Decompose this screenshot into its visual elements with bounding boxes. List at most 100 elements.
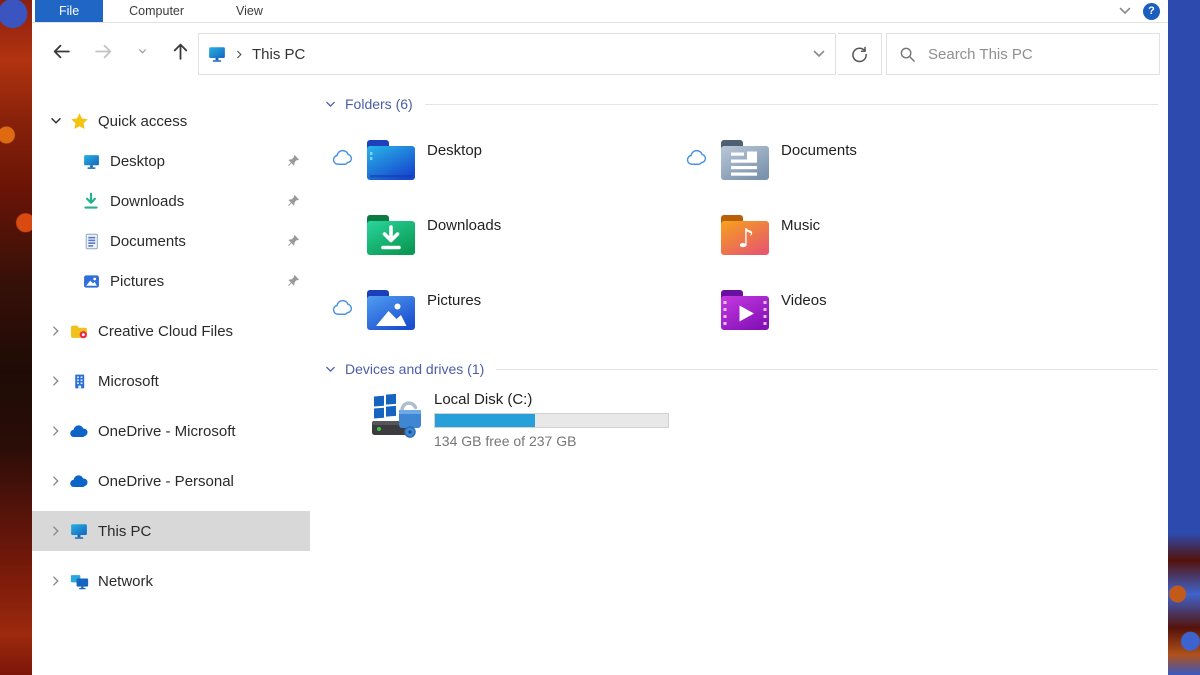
section-collapse-chevron-icon[interactable] bbox=[324, 98, 337, 111]
folder-pictures-icon bbox=[366, 285, 416, 335]
creative-cloud-folder-icon bbox=[68, 322, 90, 340]
building-icon bbox=[68, 372, 90, 390]
drive-usage-fill bbox=[435, 414, 535, 427]
menu-tab-file[interactable]: File bbox=[35, 0, 103, 22]
folder-music-icon: ♪ bbox=[720, 210, 770, 260]
folder-tile-label: Desktop bbox=[427, 142, 482, 159]
local-disk-icon bbox=[366, 391, 428, 447]
drive-usage-bar bbox=[434, 413, 669, 428]
section-rule bbox=[425, 104, 1158, 105]
chevron-down-icon[interactable] bbox=[44, 114, 68, 128]
svg-text:♪: ♪ bbox=[738, 224, 755, 254]
folder-tile-label: Documents bbox=[781, 142, 857, 159]
cloud-status-icon bbox=[318, 135, 366, 167]
file-explorer-window: FileComputerView ? This PC bbox=[32, 0, 1168, 675]
pin-icon bbox=[287, 195, 300, 208]
sidebar-item-this-pc[interactable]: This PC bbox=[32, 511, 310, 551]
onedrive-cloud-icon bbox=[68, 472, 90, 490]
menu-tab-computer[interactable]: Computer bbox=[103, 0, 210, 22]
refresh-button[interactable] bbox=[838, 33, 882, 75]
onedrive-cloud-icon bbox=[68, 422, 90, 440]
sidebar-item-label: OneDrive - Personal bbox=[98, 473, 234, 490]
download-arrow-icon bbox=[80, 192, 102, 210]
cloud-status-empty bbox=[672, 210, 720, 224]
sidebar-item-network[interactable]: Network bbox=[32, 561, 310, 601]
refresh-icon bbox=[851, 46, 868, 63]
sidebar-item-downloads[interactable]: Downloads bbox=[32, 181, 310, 221]
pin-icon bbox=[287, 235, 300, 248]
navigation-toolbar: This PC bbox=[32, 24, 1168, 77]
ribbon-collapse-chevron-icon[interactable] bbox=[1117, 3, 1133, 19]
network-icon bbox=[68, 572, 90, 590]
folder-tile-label: Pictures bbox=[427, 292, 481, 309]
devices-section-header[interactable]: Devices and drives (1) bbox=[310, 359, 1168, 379]
sidebar-item-documents[interactable]: Documents bbox=[32, 221, 310, 261]
cloud-status-empty bbox=[318, 210, 366, 224]
folder-tile-downloads[interactable]: Downloads bbox=[318, 197, 672, 272]
folder-tile-label: Downloads bbox=[427, 217, 501, 234]
forward-button[interactable] bbox=[90, 38, 116, 64]
document-icon bbox=[80, 232, 102, 250]
folders-section-title: Folders (6) bbox=[345, 96, 413, 112]
sidebar-item-onedrive-microsoft[interactable]: OneDrive - Microsoft bbox=[32, 411, 310, 451]
folder-tile-documents[interactable]: Documents bbox=[672, 122, 1026, 197]
cloud-status-icon bbox=[672, 135, 720, 167]
breadcrumb: This PC bbox=[207, 45, 305, 63]
address-bar[interactable]: This PC bbox=[198, 33, 836, 75]
desktop-icon bbox=[80, 152, 102, 170]
up-button[interactable] bbox=[167, 38, 193, 64]
chevron-right-icon[interactable] bbox=[44, 424, 68, 438]
cloud-status-icon bbox=[318, 285, 366, 317]
folder-tile-videos[interactable]: Videos bbox=[672, 272, 1026, 347]
sidebar-item-label: Desktop bbox=[110, 153, 165, 170]
ribbon-menu-bar: FileComputerView ? bbox=[32, 0, 1168, 23]
this-pc-icon bbox=[207, 45, 227, 63]
drive-name: Local Disk (C:) bbox=[434, 391, 669, 408]
star-icon bbox=[68, 112, 90, 130]
sidebar-item-label: Quick access bbox=[98, 113, 187, 130]
recent-locations-chevron-icon[interactable] bbox=[129, 38, 155, 64]
menu-tab-view[interactable]: View bbox=[210, 0, 289, 22]
picture-icon bbox=[80, 272, 102, 290]
folder-videos-icon bbox=[720, 285, 770, 335]
chevron-right-icon[interactable] bbox=[44, 374, 68, 388]
folder-downloads-icon bbox=[366, 210, 416, 260]
folder-tile-grid: Desktop Documents Downloads ♪Music Pictu… bbox=[310, 122, 1168, 347]
sidebar-item-quick-access[interactable]: Quick access bbox=[32, 101, 310, 141]
sidebar-item-label: Documents bbox=[110, 233, 186, 250]
content-pane: Folders (6) Desktop Documents Downloads … bbox=[310, 77, 1168, 675]
cloud-status-empty bbox=[672, 285, 720, 299]
chevron-right-icon[interactable] bbox=[44, 574, 68, 588]
breadcrumb-chevron-icon[interactable] bbox=[234, 49, 245, 60]
folder-tile-desktop[interactable]: Desktop bbox=[318, 122, 672, 197]
sidebar-item-pictures[interactable]: Pictures bbox=[32, 261, 310, 301]
back-button[interactable] bbox=[48, 38, 74, 64]
sidebar-item-onedrive-personal[interactable]: OneDrive - Personal bbox=[32, 461, 310, 501]
section-rule bbox=[496, 369, 1158, 370]
search-icon bbox=[899, 46, 916, 63]
folders-section-header[interactable]: Folders (6) bbox=[310, 94, 1168, 114]
sidebar-item-creative-cloud-files[interactable]: Creative Cloud Files bbox=[32, 311, 310, 351]
drive-free-space-text: 134 GB free of 237 GB bbox=[434, 433, 669, 449]
chevron-right-icon[interactable] bbox=[44, 474, 68, 488]
sidebar-item-microsoft[interactable]: Microsoft bbox=[32, 361, 310, 401]
folder-desktop-icon bbox=[366, 135, 416, 185]
search-box[interactable] bbox=[886, 33, 1160, 75]
breadcrumb-location[interactable]: This PC bbox=[252, 46, 305, 63]
sidebar-item-label: OneDrive - Microsoft bbox=[98, 423, 236, 440]
chevron-right-icon[interactable] bbox=[44, 524, 68, 538]
folder-tile-label: Videos bbox=[781, 292, 827, 309]
help-icon[interactable]: ? bbox=[1143, 3, 1160, 20]
sidebar-item-desktop[interactable]: Desktop bbox=[32, 141, 310, 181]
pin-icon bbox=[287, 275, 300, 288]
desktop-wallpaper-left bbox=[0, 0, 32, 675]
sidebar-item-label: Microsoft bbox=[98, 373, 159, 390]
address-dropdown-chevron-icon[interactable] bbox=[811, 46, 827, 62]
navigation-pane: Quick access Desktop Downloads Documents Pi… bbox=[32, 77, 310, 675]
drive-tile-local-disk[interactable]: Local Disk (C:) 134 GB free of 237 GB bbox=[310, 391, 1168, 449]
folder-tile-pictures[interactable]: Pictures bbox=[318, 272, 672, 347]
search-input[interactable] bbox=[928, 46, 1147, 63]
section-collapse-chevron-icon[interactable] bbox=[324, 363, 337, 376]
folder-tile-music[interactable]: ♪Music bbox=[672, 197, 1026, 272]
chevron-right-icon[interactable] bbox=[44, 324, 68, 338]
